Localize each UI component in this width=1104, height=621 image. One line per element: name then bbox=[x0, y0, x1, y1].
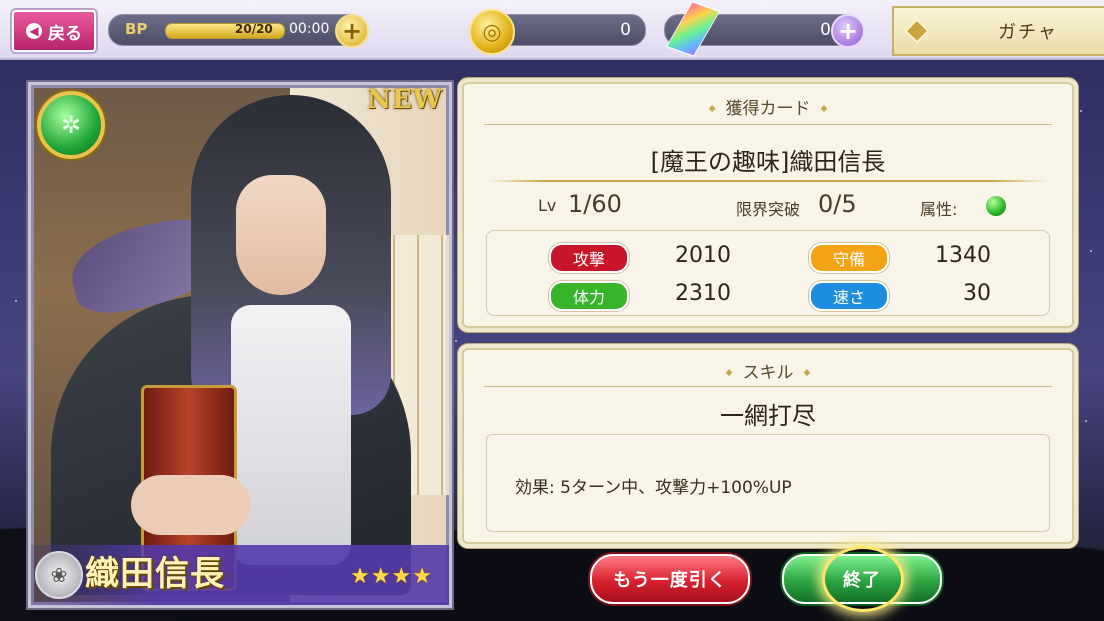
draw-again-button[interactable]: もう一度引く bbox=[590, 554, 750, 604]
new-badge: NEW bbox=[367, 85, 443, 115]
finish-label: 終了 bbox=[843, 570, 881, 591]
skill-effect-box: 効果: 5ターン中、攻撃力+100%UP bbox=[486, 434, 1050, 532]
stat-badge-defense: 守備 bbox=[809, 243, 889, 273]
rarity-stars: ★★★★ bbox=[350, 564, 433, 589]
gem-add-button[interactable]: + bbox=[831, 14, 865, 48]
stat-value-speed: 30 bbox=[963, 281, 991, 306]
attribute-orb-icon bbox=[986, 196, 1006, 216]
character-hand-art bbox=[131, 475, 251, 535]
level-label: Lv bbox=[538, 196, 557, 215]
stat-badge-speed: 速さ bbox=[809, 281, 889, 311]
back-button[interactable]: ◀ 戻る bbox=[12, 10, 96, 52]
bp-meter: BP 20/20 00:00 + bbox=[108, 14, 369, 48]
skill-name: 一網打尽 bbox=[720, 402, 816, 430]
gem-counter: 0 + bbox=[664, 1, 865, 57]
stats-box: 攻撃 2010 守備 1340 体力 2310 速さ 30 bbox=[486, 230, 1050, 316]
limit-break-value: 0/5 bbox=[818, 190, 857, 218]
family-crest-icon: ❀ bbox=[35, 551, 83, 599]
character-face-art bbox=[236, 175, 326, 295]
stat-value-defense: 1340 bbox=[935, 243, 991, 268]
plus-icon: + bbox=[341, 17, 363, 45]
diamond-icon bbox=[904, 18, 930, 44]
limit-break-label: 限界突破 bbox=[736, 200, 801, 219]
skill-heading: スキル bbox=[464, 358, 1072, 383]
skill-panel: スキル 一網打尽 効果: 5ターン中、攻撃力+100%UP bbox=[462, 348, 1074, 544]
gacha-button[interactable]: ガチャ bbox=[892, 6, 1104, 56]
stat-value-hp: 2310 bbox=[675, 281, 731, 306]
finish-button[interactable]: 終了 bbox=[782, 554, 942, 604]
stat-badge-hp: 体力 bbox=[549, 281, 629, 311]
top-bar: ◀ 戻る BP 20/20 00:00 + ◎ 0 0 + ガチャ bbox=[0, 0, 1104, 60]
attribute-emblem-icon: ✲ bbox=[37, 91, 105, 159]
divider bbox=[484, 124, 1052, 125]
coin-counter: ◎ 0 bbox=[469, 9, 646, 55]
card-title: [魔王の趣味]織田信長 bbox=[650, 148, 886, 176]
attribute-label: 属性: bbox=[920, 200, 958, 219]
gem-icon bbox=[665, 1, 721, 57]
coin-icon: ◎ bbox=[469, 9, 515, 55]
stat-badge-attack: 攻撃 bbox=[549, 243, 629, 273]
gacha-button-label: ガチャ bbox=[998, 22, 1058, 43]
divider bbox=[488, 180, 1048, 182]
character-shirt-art bbox=[231, 305, 351, 565]
acquired-card-heading: 獲得カード bbox=[464, 94, 1072, 119]
character-card[interactable]: ✲ NEW ❀ 織田信長 ★★★★ bbox=[28, 82, 452, 608]
divider bbox=[484, 386, 1052, 387]
coin-value: 0 bbox=[620, 20, 631, 40]
draw-again-label: もう一度引く bbox=[613, 570, 727, 591]
gem-value: 0 bbox=[820, 20, 831, 40]
stat-value-attack: 2010 bbox=[675, 243, 731, 268]
back-arrow-icon: ◀ bbox=[26, 23, 42, 39]
bp-timer: 00:00 bbox=[289, 21, 330, 37]
level-value: 1/60 bbox=[568, 190, 622, 218]
acquired-card-panel: 獲得カード [魔王の趣味]織田信長 Lv 1/60 限界突破 0/5 属性: 攻… bbox=[462, 82, 1074, 328]
plus-icon: + bbox=[837, 17, 859, 45]
bp-add-button[interactable]: + bbox=[335, 14, 369, 48]
skill-effect-text: 効果: 5ターン中、攻撃力+100%UP bbox=[515, 478, 792, 498]
card-character-name: 織田信長 bbox=[85, 554, 225, 594]
card-name-banner: ❀ 織田信長 ★★★★ bbox=[31, 545, 449, 605]
bp-value: 20/20 bbox=[235, 22, 273, 36]
back-button-label: 戻る bbox=[48, 23, 82, 44]
level-row: Lv 1/60 限界突破 0/5 属性: bbox=[464, 188, 1072, 222]
bp-label: BP bbox=[125, 20, 148, 38]
